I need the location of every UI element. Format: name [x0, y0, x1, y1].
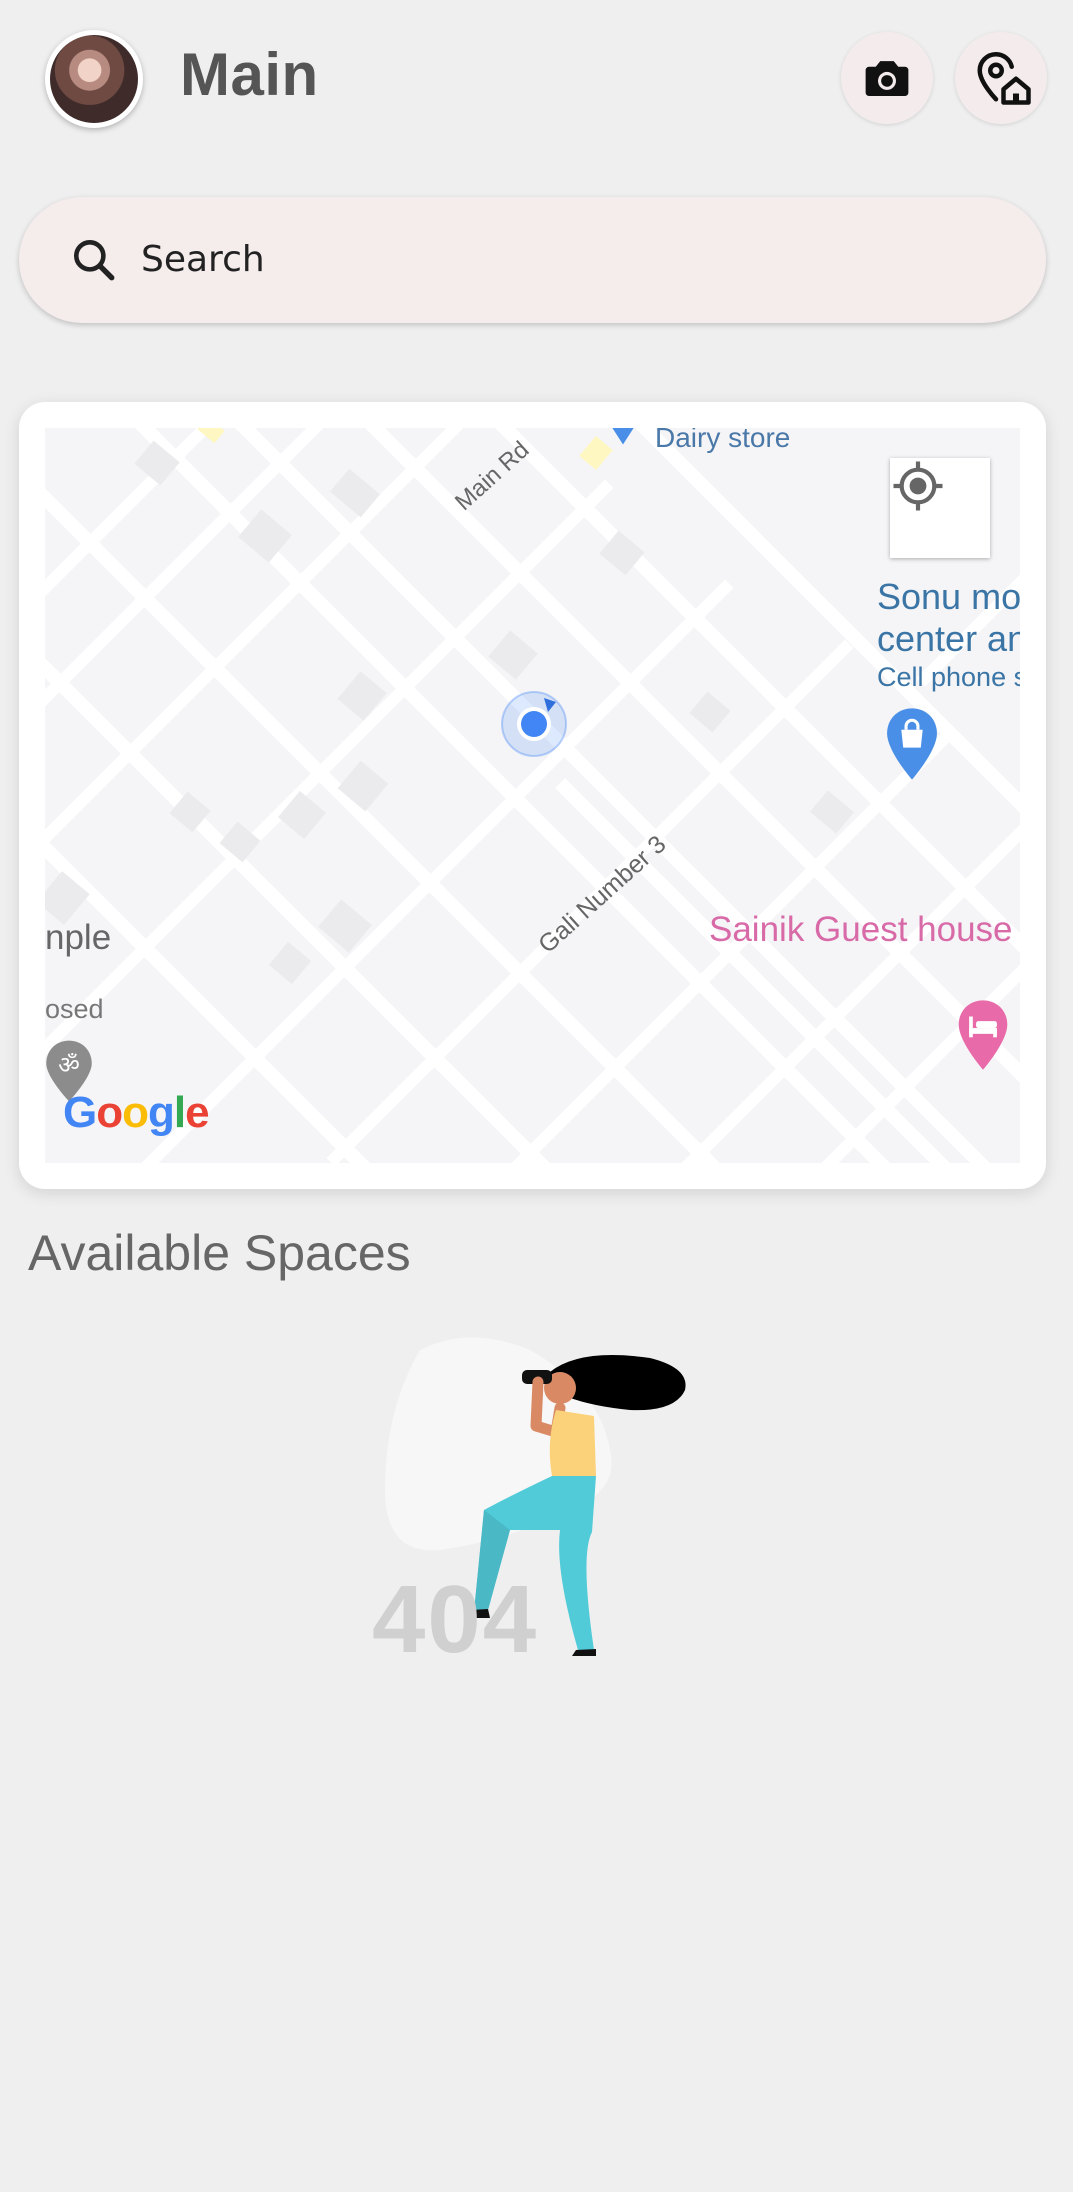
svg-text:ॐ: ॐ: [58, 1051, 80, 1079]
map-streets: [45, 428, 1020, 1163]
available-spaces-title: Available Spaces: [28, 1225, 411, 1281]
home-location-button[interactable]: [955, 32, 1047, 124]
map-card: Dairy store Main Rd Sonu mo center an Ce…: [19, 402, 1046, 1189]
shopping-marker-icon: [887, 708, 937, 780]
map-label-dairy-store: Dairy store: [655, 428, 791, 453]
hotel-marker-icon: [958, 1000, 1008, 1070]
poi-marker-icon: [612, 428, 634, 445]
map-label-temple-fragment: nple: [45, 918, 112, 957]
map-view[interactable]: Dairy store Main Rd Sonu mo center an Ce…: [45, 428, 1020, 1163]
not-found-code: 404: [372, 1566, 539, 1673]
google-logo: Google: [63, 1088, 210, 1137]
profile-avatar[interactable]: [45, 30, 143, 128]
map-label-closed-fragment: osed: [45, 994, 104, 1024]
avatar-image: [50, 35, 138, 123]
crosshair-icon: [893, 461, 943, 511]
map-label-sonu-line1: Sonu mo: [877, 576, 1020, 617]
camera-icon: [865, 61, 909, 96]
search-bar[interactable]: Search: [19, 197, 1046, 323]
current-location-icon: [501, 691, 567, 757]
search-icon: [74, 240, 115, 281]
app-header: Main: [0, 0, 1073, 160]
camera-button[interactable]: [841, 32, 933, 124]
home-location-icon: [977, 52, 1031, 105]
my-location-button[interactable]: [890, 458, 990, 558]
map-label-sainik-guest-house: Sainik Guest house: [709, 910, 1013, 949]
map-label-sonu-line2: center an: [877, 618, 1020, 659]
search-placeholder: Search: [141, 239, 265, 280]
page-title: Main: [180, 41, 319, 108]
map-label-cell-phone: Cell phone s: [877, 662, 1020, 692]
